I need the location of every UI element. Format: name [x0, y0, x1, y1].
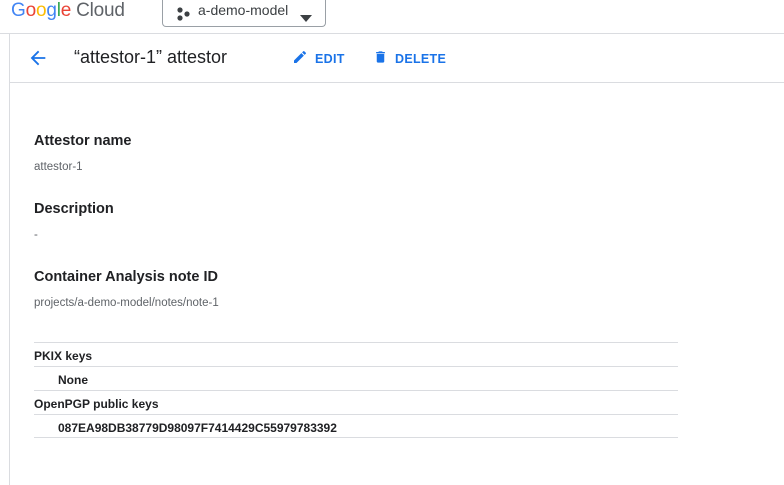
description-value: -: [34, 229, 38, 241]
logo-letter: o: [25, 0, 37, 21]
logo-letter: g: [46, 0, 57, 21]
openpgp-key-row: 087EA98DB38779D98097F7414429C55979783392: [34, 414, 678, 438]
project-selector[interactable]: a-demo-model: [162, 0, 326, 27]
page-header: “attestor-1” attestor EDIT DELETE: [10, 33, 784, 83]
caret-down-icon: [300, 9, 312, 27]
delete-button[interactable]: DELETE: [373, 49, 446, 68]
pkix-keys-row: None: [34, 366, 678, 390]
logo-letter: G: [11, 0, 26, 21]
trash-icon: [373, 49, 395, 68]
openpgp-keys-label: OpenPGP public keys: [34, 397, 159, 411]
logo-letter: e: [60, 0, 72, 21]
keys-table: PKIX keys None OpenPGP public keys 087EA…: [34, 342, 678, 438]
project-name: a-demo-model: [198, 2, 289, 18]
description-label: Description: [34, 201, 114, 217]
project-dots-icon: [176, 7, 192, 21]
attestor-name-value: attestor-1: [34, 161, 83, 173]
logo-cloud-text: Cloud: [76, 0, 125, 21]
top-bar: Google Cloud a-demo-model: [0, 0, 784, 34]
delete-label: DELETE: [395, 51, 447, 66]
pkix-keys-label: PKIX keys: [34, 349, 93, 363]
left-divider: [9, 33, 10, 485]
arrow-back-icon[interactable]: [27, 47, 49, 69]
page-title: “attestor-1” attestor: [74, 47, 228, 67]
openpgp-keys-header-row: OpenPGP public keys: [34, 390, 678, 414]
note-id-label: Container Analysis note ID: [34, 269, 218, 285]
edit-label: EDIT: [315, 51, 345, 66]
openpgp-key-fingerprint: 087EA98DB38779D98097F7414429C55979783392: [58, 421, 337, 435]
google-cloud-logo[interactable]: Google Cloud: [11, 0, 125, 22]
logo-letter: o: [35, 0, 47, 21]
attestor-name-label: Attestor name: [34, 133, 132, 149]
pkix-keys-header-row: PKIX keys: [34, 342, 678, 366]
edit-button[interactable]: EDIT: [292, 49, 345, 68]
pkix-keys-value: None: [58, 373, 88, 387]
note-id-value: projects/a-demo-model/notes/note-1: [34, 297, 219, 309]
pencil-icon: [292, 49, 315, 68]
